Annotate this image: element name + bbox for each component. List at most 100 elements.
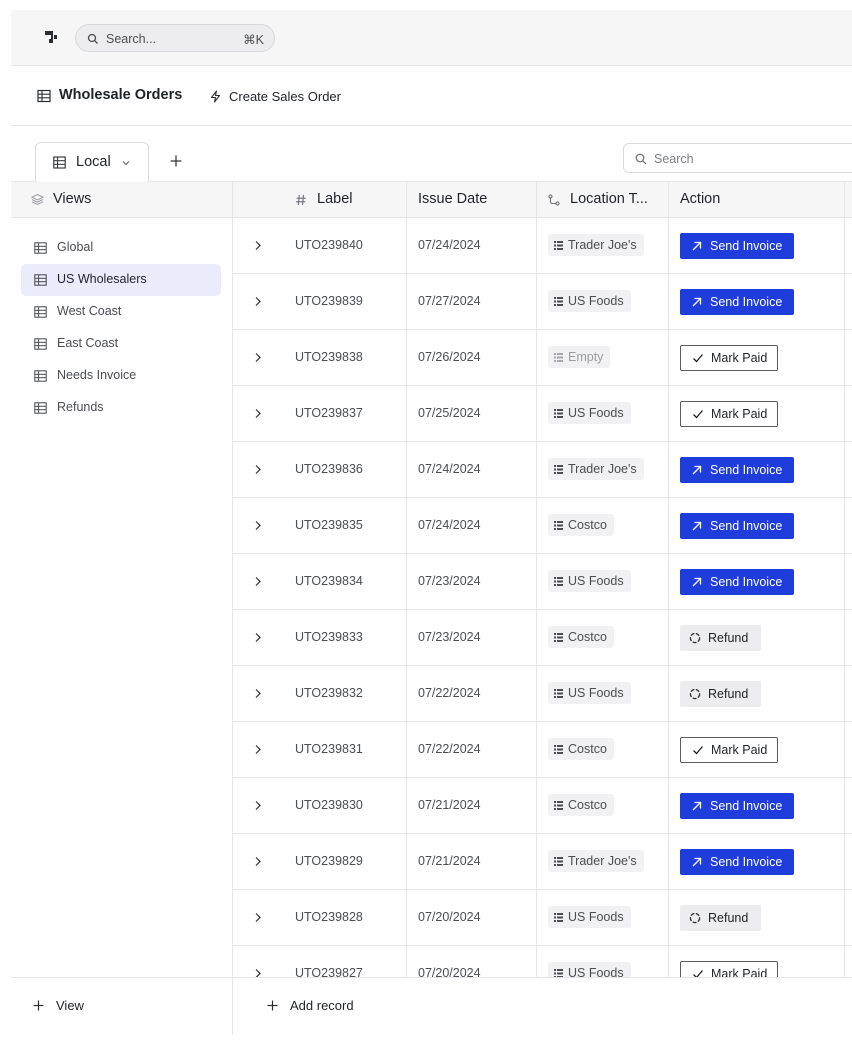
chevron-right-icon[interactable] bbox=[253, 352, 263, 363]
chevron-right-icon[interactable] bbox=[253, 576, 263, 587]
mark-paid-button[interactable]: Mark Paid bbox=[680, 737, 778, 763]
chevron-down-icon[interactable] bbox=[121, 158, 131, 168]
column-header-label[interactable]: Label bbox=[233, 182, 407, 218]
sidebar-item-global[interactable]: Global bbox=[21, 232, 221, 264]
issue-date-cell: 07/21/2024 bbox=[407, 834, 537, 889]
record-list-icon bbox=[554, 632, 563, 642]
chevron-right-icon[interactable] bbox=[253, 464, 263, 475]
table-row[interactable]: UTO239831 07/22/2024 Costco Mark Paid bbox=[233, 722, 852, 778]
table-row[interactable]: UTO239834 07/23/2024 US Foods Send Invoice bbox=[233, 554, 852, 610]
action-label: Mark Paid bbox=[711, 407, 768, 421]
chevron-right-icon[interactable] bbox=[253, 912, 263, 923]
refund-button[interactable]: Refund bbox=[680, 905, 761, 931]
column-header-action[interactable]: Action bbox=[669, 182, 845, 218]
logo-icon[interactable] bbox=[43, 29, 59, 45]
send-invoice-button[interactable]: Send Invoice bbox=[680, 849, 794, 875]
issue-date-cell: 07/24/2024 bbox=[407, 498, 537, 553]
chevron-right-icon[interactable] bbox=[253, 968, 263, 977]
location-cell: US Foods bbox=[537, 554, 669, 609]
location-pill[interactable]: US Foods bbox=[548, 402, 631, 424]
mark-paid-button[interactable]: Mark Paid bbox=[680, 401, 778, 427]
sidebar-item-east-coast[interactable]: East Coast bbox=[21, 328, 221, 360]
send-invoice-button[interactable]: Send Invoice bbox=[680, 289, 794, 315]
refund-spinner-icon bbox=[689, 632, 701, 644]
add-record-button[interactable]: Add record bbox=[267, 998, 354, 1013]
table-row[interactable]: UTO239829 07/21/2024 Trader Joe's Send Invo… bbox=[233, 834, 852, 890]
table-row[interactable]: UTO239836 07/24/2024 Trader Joe's Send Invo… bbox=[233, 442, 852, 498]
location-pill[interactable]: US Foods bbox=[548, 962, 631, 977]
action-label: Send Invoice bbox=[710, 519, 783, 533]
add-view-button[interactable]: View bbox=[33, 998, 84, 1013]
location-pill[interactable]: US Foods bbox=[548, 290, 631, 312]
location-name: Costco bbox=[568, 518, 607, 532]
table-row[interactable]: UTO239839 07/27/2024 US Foods Send Invoice bbox=[233, 274, 852, 330]
send-invoice-button[interactable]: Send Invoice bbox=[680, 793, 794, 819]
order-label: UTO239838 bbox=[295, 350, 363, 364]
location-cell: Costco bbox=[537, 722, 669, 777]
table-row[interactable]: UTO239838 07/26/2024 Empty Mark Paid bbox=[233, 330, 852, 386]
location-pill[interactable]: Costco bbox=[548, 626, 614, 648]
sidebar-item-west-coast[interactable]: West Coast bbox=[21, 296, 221, 328]
action-label: Refund bbox=[708, 687, 749, 701]
location-pill[interactable]: US Foods bbox=[548, 570, 631, 592]
column-label-text: Label bbox=[317, 191, 353, 207]
location-pill[interactable]: US Foods bbox=[548, 906, 631, 928]
chevron-right-icon[interactable] bbox=[253, 800, 263, 811]
send-invoice-button[interactable]: Send Invoice bbox=[680, 233, 794, 259]
order-label: UTO239833 bbox=[295, 630, 363, 644]
table-row[interactable]: UTO239837 07/25/2024 US Foods Mark Paid bbox=[233, 386, 852, 442]
chevron-right-icon[interactable] bbox=[253, 520, 263, 531]
label-cell: UTO239834 bbox=[233, 554, 407, 609]
table-search-input[interactable] bbox=[654, 150, 834, 167]
refund-button[interactable]: Refund bbox=[680, 625, 761, 651]
location-pill[interactable]: Trader Joe's bbox=[548, 234, 644, 256]
location-pill[interactable]: Empty bbox=[548, 346, 611, 368]
tab-local[interactable]: Local bbox=[35, 142, 149, 182]
chevron-right-icon[interactable] bbox=[253, 632, 263, 643]
sidebar-item-refunds[interactable]: Refunds bbox=[21, 392, 221, 424]
chevron-right-icon[interactable] bbox=[253, 408, 263, 419]
table-row[interactable]: UTO239828 07/20/2024 US Foods Refund bbox=[233, 890, 852, 946]
column-header-issue-date[interactable]: Issue Date bbox=[407, 182, 537, 218]
table-row[interactable]: UTO239832 07/22/2024 US Foods Refund bbox=[233, 666, 852, 722]
refund-button[interactable]: Refund bbox=[680, 681, 761, 707]
issue-date: 07/25/2024 bbox=[418, 406, 481, 420]
chevron-right-icon[interactable] bbox=[253, 688, 263, 699]
location-cell: US Foods bbox=[537, 274, 669, 329]
chevron-right-icon[interactable] bbox=[253, 240, 263, 251]
record-list-icon bbox=[554, 856, 563, 866]
sidebar-item-needs-invoice[interactable]: Needs Invoice bbox=[21, 360, 221, 392]
table-row[interactable]: UTO239840 07/24/2024 Trader Joe's Send Invo… bbox=[233, 218, 852, 274]
location-pill[interactable]: Costco bbox=[548, 738, 614, 760]
table-search[interactable] bbox=[623, 143, 852, 173]
label-cell: UTO239832 bbox=[233, 666, 407, 721]
mark-paid-button[interactable]: Mark Paid bbox=[680, 961, 778, 977]
location-pill[interactable]: Trader Joe's bbox=[548, 850, 644, 872]
column-header-location[interactable]: Location T... bbox=[537, 182, 669, 218]
sidebar-item-us-wholesalers[interactable]: US Wholesalers bbox=[21, 264, 221, 296]
views-header: Views bbox=[11, 182, 232, 218]
check-icon bbox=[693, 746, 703, 755]
chevron-right-icon[interactable] bbox=[253, 744, 263, 755]
send-invoice-button[interactable]: Send Invoice bbox=[680, 513, 794, 539]
chevron-right-icon[interactable] bbox=[253, 296, 263, 307]
orders-table: Label Issue Date Location T... Action UT… bbox=[233, 182, 852, 977]
table-row[interactable]: UTO239835 07/24/2024 Costco Send Invoice bbox=[233, 498, 852, 554]
table-row[interactable]: UTO239833 07/23/2024 Costco Refund bbox=[233, 610, 852, 666]
global-search[interactable]: Search... ⌘K bbox=[75, 24, 275, 52]
action-cell: Refund bbox=[669, 890, 845, 945]
add-tab-icon[interactable] bbox=[169, 154, 183, 168]
location-pill[interactable]: Costco bbox=[548, 514, 614, 536]
location-cell: US Foods bbox=[537, 386, 669, 441]
send-invoice-button[interactable]: Send Invoice bbox=[680, 457, 794, 483]
chevron-right-icon[interactable] bbox=[253, 856, 263, 867]
table-row[interactable]: UTO239827 07/20/2024 US Foods Mark Paid bbox=[233, 946, 852, 977]
views-header-label: Views bbox=[53, 191, 92, 207]
location-pill[interactable]: Trader Joe's bbox=[548, 458, 644, 480]
create-sales-order-button[interactable]: Create Sales Order bbox=[209, 87, 341, 105]
mark-paid-button[interactable]: Mark Paid bbox=[680, 345, 778, 371]
location-pill[interactable]: US Foods bbox=[548, 682, 631, 704]
send-invoice-button[interactable]: Send Invoice bbox=[680, 569, 794, 595]
table-row[interactable]: UTO239830 07/21/2024 Costco Send Invoice bbox=[233, 778, 852, 834]
location-pill[interactable]: Costco bbox=[548, 794, 614, 816]
